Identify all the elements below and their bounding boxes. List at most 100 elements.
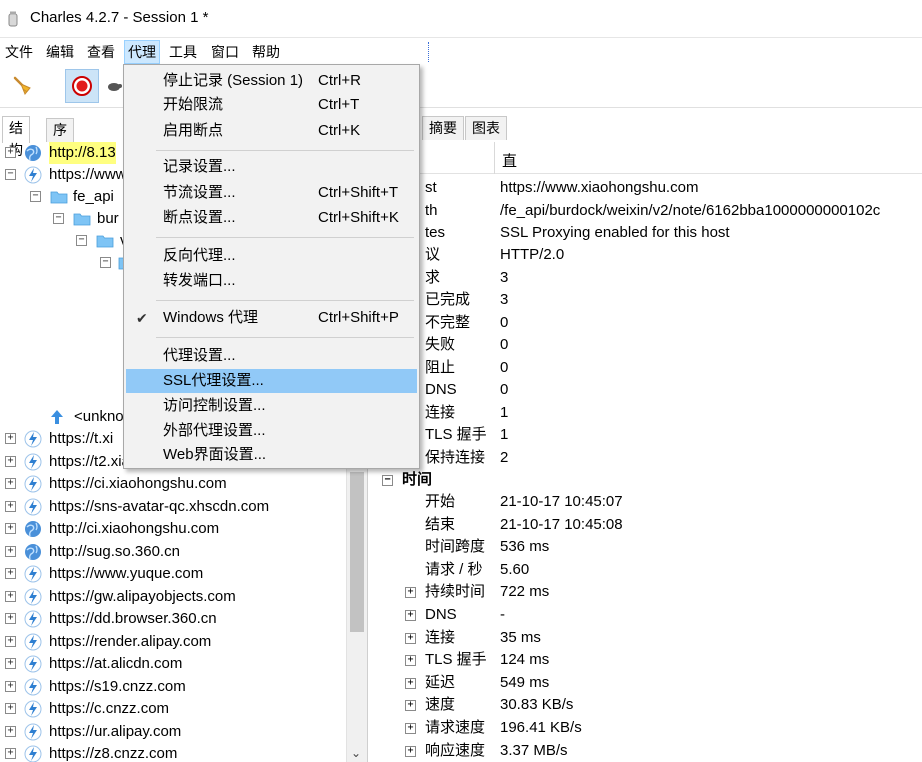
tree-row[interactable]: + http://ci.xiaohongshu.com [0,518,346,540]
scrollbar-thumb[interactable] [350,472,364,632]
expand-icon[interactable]: + [405,632,416,644]
detail-row[interactable]: + 请求速度 196.41 KB/s [370,717,922,739]
menu-tools[interactable]: 工具 [166,40,200,64]
throttle-button[interactable] [104,69,124,103]
tree-row[interactable]: + https://ci.xiaohongshu.com [0,473,346,495]
detail-row[interactable]: + TLS 握手 124 ms [370,649,922,671]
expand-icon[interactable]: + [5,590,16,602]
expand-icon[interactable]: + [5,658,16,669]
tree-row[interactable]: + http://sug.so.360.cn [0,541,346,563]
tree-row[interactable]: + https://render.alipay.com [0,631,346,653]
expand-icon[interactable]: + [5,725,16,737]
tab-summary[interactable]: 摘要 [422,116,464,140]
menu-help[interactable]: 帮助 [249,40,283,64]
tree-row[interactable]: + https://z8.cnzz.com [0,743,346,762]
proxy-menu-item[interactable]: Web界面设置... [126,443,417,467]
section-row[interactable]: − 时间 [370,469,922,491]
tree-row[interactable]: + https://gw.alipayobjects.com [0,586,346,608]
detail-row[interactable]: + 响应速度 3.37 MB/s [370,740,922,762]
detail-row[interactable]: 议 HTTP/2.0 [370,244,922,266]
expand-icon[interactable]: + [5,545,16,557]
expand-icon[interactable]: + [5,147,16,158]
expand-icon[interactable]: + [405,610,416,621]
proxy-menu-item[interactable]: 断点设置... Ctrl+Shift+K [126,206,417,230]
detail-row[interactable]: + 持续时间 722 ms [370,581,922,603]
expand-icon[interactable]: + [405,587,416,599]
proxy-menu-item[interactable]: 转发端口... [126,269,417,293]
detail-row[interactable]: th/fe_api/burdock/weixin/v2/note/6162bba… [370,200,922,222]
expand-icon[interactable]: + [405,700,416,712]
collapse-icon[interactable]: − [5,169,16,180]
tree-row[interactable]: + https://ur.alipay.com [0,721,346,743]
expand-icon[interactable]: + [5,703,16,714]
detail-row[interactable]: 开始 21-10-17 10:45:07 [370,491,922,513]
menu-view[interactable]: 查看 [84,40,118,64]
detail-row[interactable]: st https://www.xiaohongshu.com [370,177,922,199]
expand-icon[interactable]: + [5,523,16,534]
proxy-menu-item[interactable]: 反向代理... [126,244,417,268]
proxy-menu-item[interactable]: 代理设置... [126,344,417,368]
record-button[interactable] [65,69,99,103]
detail-row[interactable]: 连接 1 [370,402,922,424]
proxy-menu-item[interactable]: SSL代理设置... [126,369,417,393]
tree-row[interactable]: + https://s19.cnzz.com [0,676,346,698]
scroll-down-icon[interactable]: ⌄ [351,746,361,760]
tab-chart[interactable]: 图表 [465,116,507,140]
proxy-menu-item[interactable]: 访问控制设置... [126,394,417,418]
proxy-menu-item[interactable]: 停止记录 (Session 1) Ctrl+R [126,69,417,93]
expand-icon[interactable]: + [5,568,16,579]
detail-row[interactable]: 时间跨度 536 ms [370,536,922,558]
proxy-menu-item[interactable]: 开始限流 Ctrl+T [126,93,417,117]
expand-icon[interactable]: + [5,478,16,489]
collapse-icon[interactable]: − [53,213,64,224]
expand-icon[interactable]: + [5,680,16,692]
detail-row[interactable]: + DNS - [370,604,922,626]
menu-edit[interactable]: 编辑 [43,40,77,64]
proxy-menu-item[interactable]: ✔ Windows 代理 Ctrl+Shift+P [126,306,417,330]
detail-row[interactable]: 不完整 0 [370,312,922,334]
expand-icon[interactable]: + [5,635,16,647]
expand-icon[interactable]: + [5,500,16,512]
clear-session-button[interactable] [6,69,40,103]
menu-file[interactable]: 文件 [2,40,36,64]
tree-row[interactable]: + https://dd.browser.360.cn [0,608,346,630]
detail-row[interactable]: 请求 / 秒 5.60 [370,559,922,581]
expand-icon[interactable]: + [405,655,416,667]
detail-row[interactable]: 保持连接 2 [370,447,922,469]
proxy-menu-item[interactable]: 记录设置... [126,155,417,179]
detail-row[interactable]: 求3 [370,267,922,289]
expand-icon[interactable]: + [405,723,416,734]
collapse-icon[interactable]: − [30,191,41,202]
tab-structure[interactable]: 结构 [2,116,30,158]
proxy-menu-item[interactable]: 外部代理设置... [126,419,417,443]
expand-icon[interactable]: + [405,677,416,689]
proxy-menu-item[interactable]: 节流设置... Ctrl+Shift+T [126,181,417,205]
detail-row[interactable]: + 延迟 549 ms [370,672,922,694]
detail-row[interactable]: TLS 握手 1 [370,424,922,446]
detail-row[interactable]: 结束 21-10-17 10:45:08 [370,514,922,536]
proxy-menu-item[interactable]: 启用断点 Ctrl+K [126,119,417,143]
detail-row[interactable]: tes SSL Proxying enabled for this host [370,222,922,244]
detail-row[interactable]: + 连接 35 ms [370,627,922,649]
detail-row[interactable]: + 速度 30.83 KB/s [370,694,922,716]
expand-icon[interactable]: + [5,613,16,624]
detail-row[interactable]: 阻止 0 [370,357,922,379]
detail-row[interactable]: 失败 0 [370,334,922,356]
tree-row[interactable]: + https://c.cnzz.com [0,698,346,720]
detail-row[interactable]: 已完成 3 [370,289,922,311]
menu-proxy[interactable]: 代理 [124,40,160,64]
tree-row[interactable]: + https://www.yuque.com [0,563,346,585]
collapse-icon[interactable]: − [76,235,87,246]
expand-icon[interactable]: + [405,745,416,757]
collapse-icon[interactable]: − [100,257,111,268]
tree-row[interactable]: + https://sns-avatar-qc.xhscdn.com [0,496,346,518]
detail-row[interactable]: DNS 0 [370,379,922,401]
expand-icon[interactable]: + [5,455,16,467]
menu-window[interactable]: 窗口 [208,40,242,64]
collapse-icon[interactable]: − [382,475,393,486]
expand-icon[interactable]: + [5,748,16,759]
column-divider[interactable] [494,142,495,174]
tab-sequence[interactable]: 序列 [46,118,74,160]
expand-icon[interactable]: + [5,433,16,444]
tree-row[interactable]: + https://at.alicdn.com [0,653,346,675]
